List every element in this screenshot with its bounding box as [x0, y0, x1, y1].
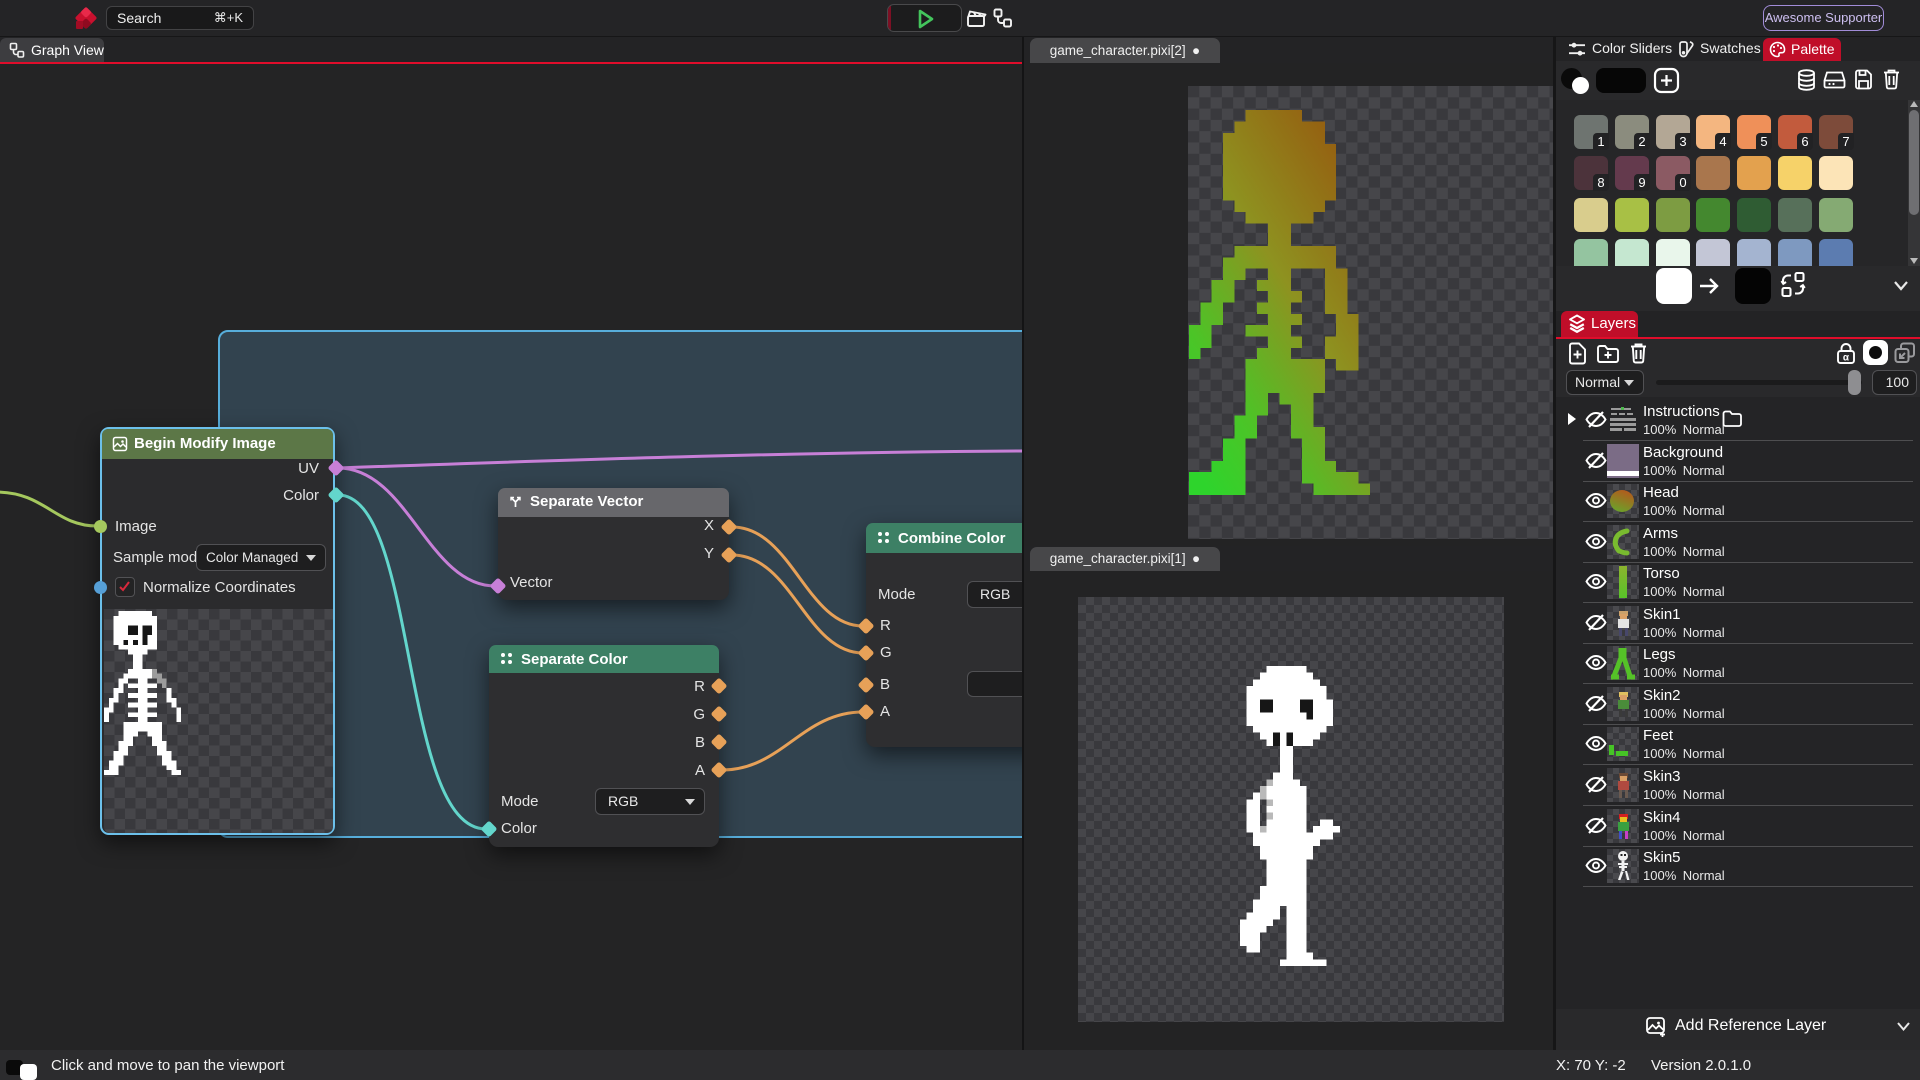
svg-text:α: α	[1843, 353, 1850, 364]
